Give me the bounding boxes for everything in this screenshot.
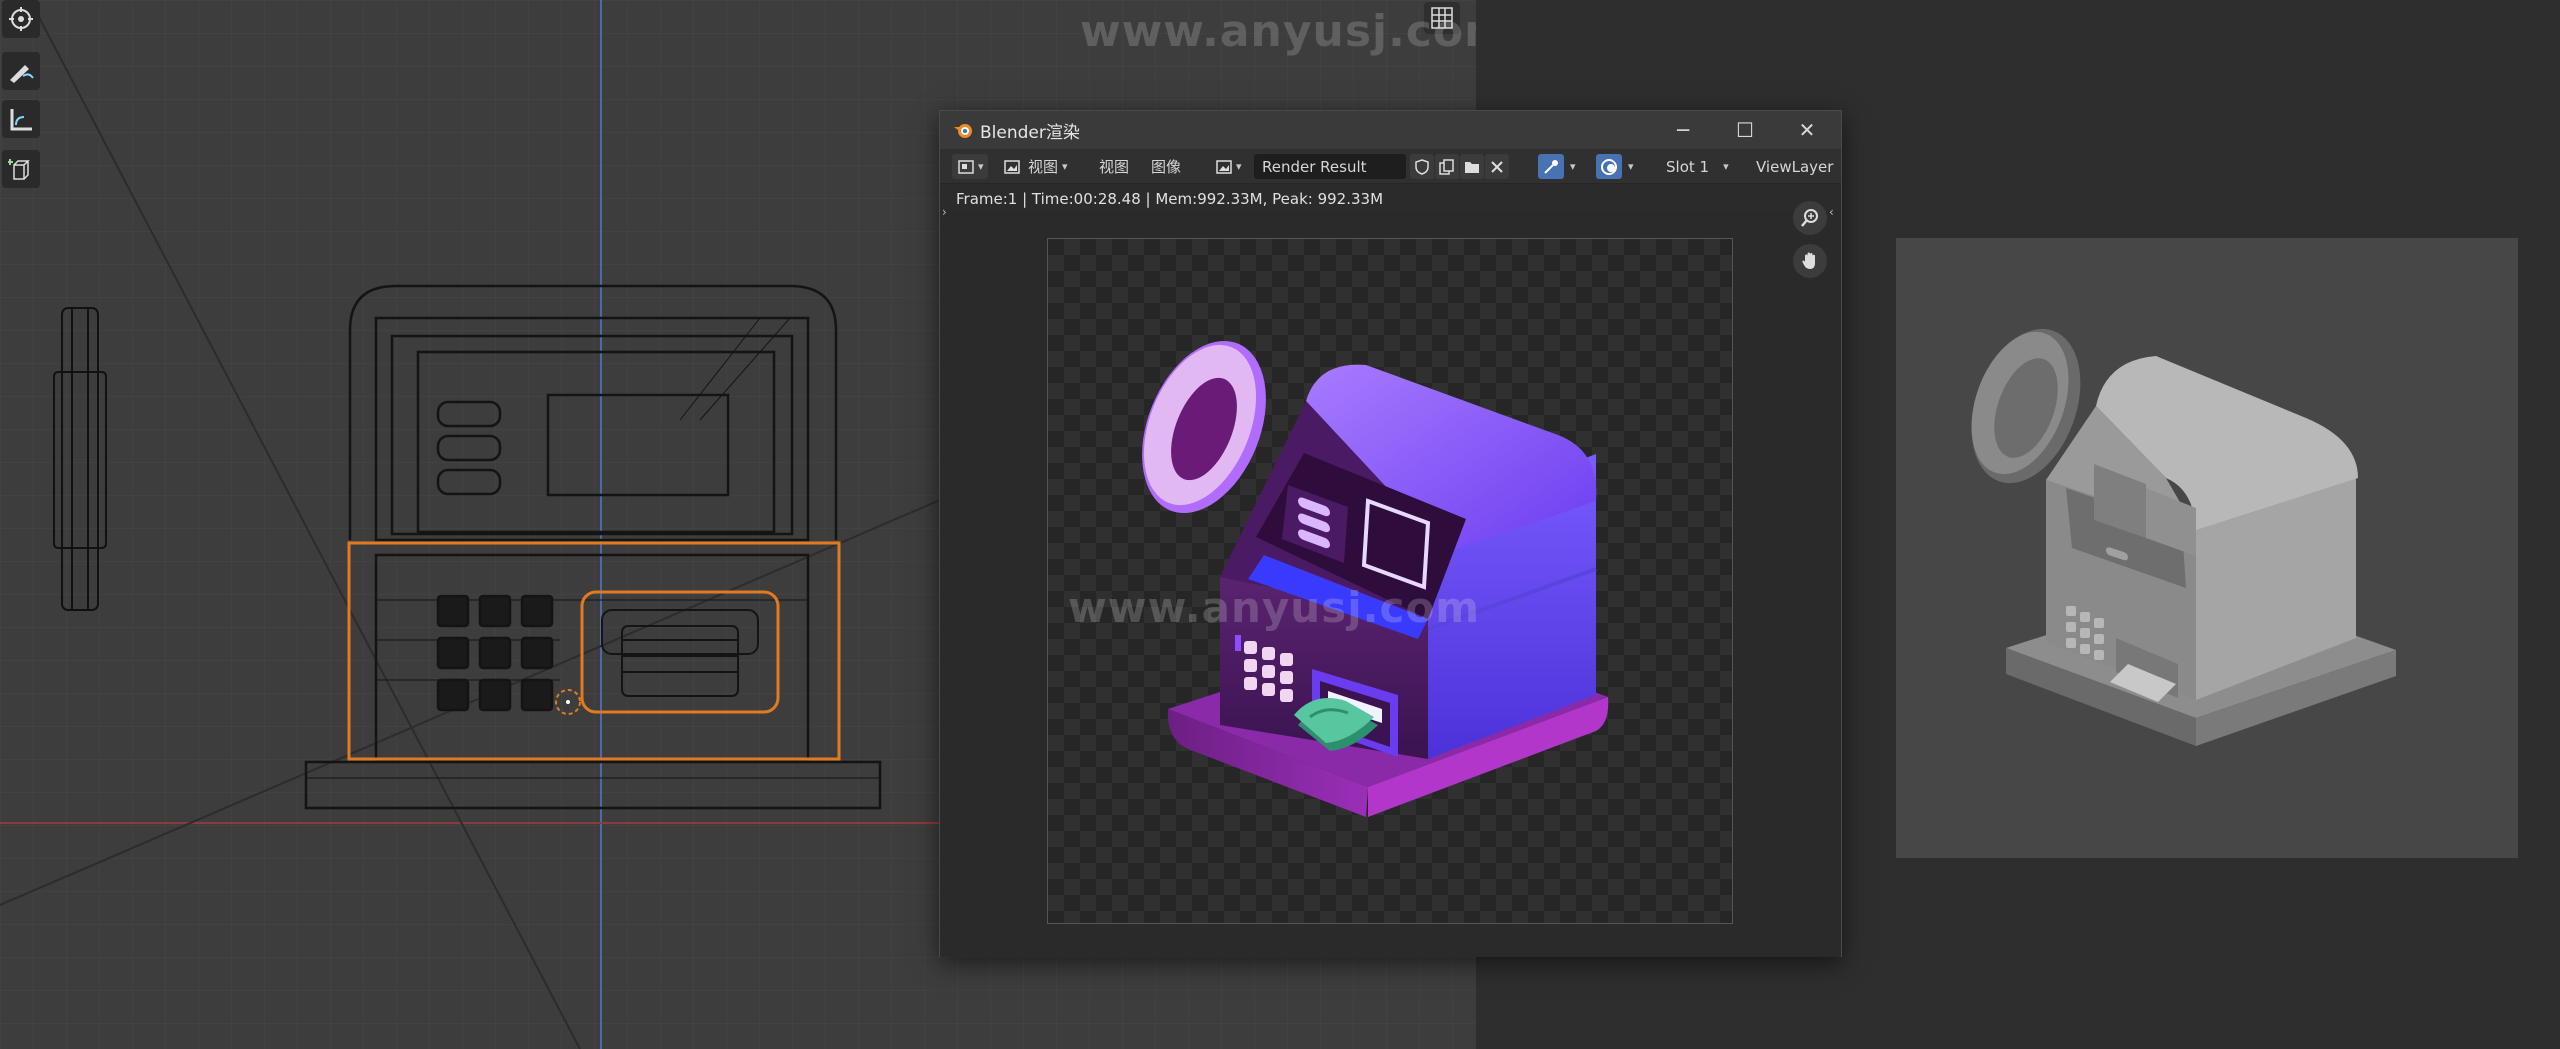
overlay-dropdown[interactable]: ▾	[1624, 154, 1634, 179]
image-icon	[1004, 159, 1020, 174]
hand-icon	[1802, 252, 1815, 269]
image-editor-header: ▾ 视图 ▾ 视图 图像 ▾ Render Result ▾ ▾ Slot 1 …	[940, 149, 1841, 184]
fake-user-button[interactable]	[1410, 154, 1434, 179]
sample-tool-button[interactable]	[1538, 154, 1564, 179]
image-browse-dropdown[interactable]: ▾	[1216, 154, 1252, 179]
shield-icon	[1415, 158, 1429, 175]
view-menu-label: 视图	[1099, 158, 1130, 176]
x-icon	[1491, 160, 1503, 173]
rendered-image: www.anyusj.com	[1047, 238, 1733, 924]
sample-dropdown[interactable]: ▾	[1566, 154, 1576, 179]
measure-tool-button[interactable]	[2, 100, 40, 138]
close-icon: ✕	[1798, 118, 1816, 142]
unlink-image-button[interactable]	[1485, 154, 1509, 179]
image-name-value: Render Result	[1262, 157, 1367, 176]
cursor-icon	[9, 7, 33, 31]
duplicate-image-button[interactable]	[1435, 154, 1459, 179]
maximize-icon: ☐	[1736, 118, 1754, 142]
minimize-button[interactable]: ─	[1652, 111, 1714, 149]
zoom-icon	[1801, 209, 1818, 227]
right-sidebar-toggle[interactable]: ‹	[1829, 205, 1834, 219]
rendered-atm	[1142, 340, 1609, 817]
left-toolbar-toggle[interactable]: ›	[942, 205, 947, 219]
annotate-tool-button[interactable]	[2, 52, 40, 90]
folder-icon	[1465, 161, 1479, 173]
render-window-titlebar[interactable]: Blender渲染 ─ ☐ ✕	[940, 111, 1841, 149]
cursor-tool-button[interactable]	[2, 0, 40, 38]
blender-logo-icon	[954, 124, 972, 138]
image-browse-icon	[1216, 159, 1232, 174]
pencil-icon	[10, 65, 34, 83]
pan-button[interactable]	[1793, 244, 1827, 278]
add-cube-icon	[8, 159, 30, 180]
view-mode-dropdown[interactable]: 视图 ▾	[1004, 154, 1084, 179]
view-menu[interactable]: 视图	[1099, 154, 1129, 179]
window-title: Blender渲染	[980, 122, 1080, 143]
overlay-button[interactable]	[1596, 154, 1622, 179]
view-mode-label: 视图	[1028, 158, 1059, 176]
view-layer-dropdown[interactable]: ViewLayer	[1756, 154, 1833, 179]
render-status-text: Frame:1 | Time:00:28.48 | Mem:992.33M, P…	[956, 190, 1384, 208]
duplicate-icon	[1439, 158, 1454, 175]
viewport-watermark: www.anyusj.com	[1080, 6, 1476, 57]
clay-atm-model	[1971, 328, 2396, 746]
minimize-icon: ─	[1676, 118, 1690, 142]
view-layer-label: ViewLayer	[1756, 157, 1834, 176]
render-window[interactable]: Blender渲染 ─ ☐ ✕ ▾ 视图 ▾ 视图 图像 ▾ Render Res…	[939, 110, 1842, 957]
slot-label: Slot 1	[1666, 157, 1710, 176]
clay-render-image	[1896, 238, 2518, 858]
image-menu-label: 图像	[1151, 158, 1182, 176]
image-name-field[interactable]: Render Result	[1254, 154, 1406, 179]
image-editor-icon	[958, 159, 974, 174]
image-watermark: www.anyusj.com	[1068, 583, 1481, 632]
zoom-button[interactable]	[1793, 201, 1827, 235]
open-image-button[interactable]	[1460, 154, 1484, 179]
close-button[interactable]: ✕	[1776, 111, 1838, 149]
overlay-icon	[1601, 158, 1617, 175]
add-cube-tool-button[interactable]	[2, 150, 40, 188]
ruler-icon	[10, 109, 32, 131]
maximize-button[interactable]: ☐	[1714, 111, 1776, 149]
image-menu[interactable]: 图像	[1151, 154, 1181, 179]
editor-type-dropdown[interactable]: ▾	[952, 154, 988, 179]
sample-icon	[1544, 159, 1558, 174]
screen: www.anyusj.com Blender渲染 ─ ☐ ✕ ▾ 视图 ▾ 视图…	[0, 0, 2560, 1049]
slot-dropdown[interactable]: Slot 1 ▾	[1666, 154, 1742, 179]
